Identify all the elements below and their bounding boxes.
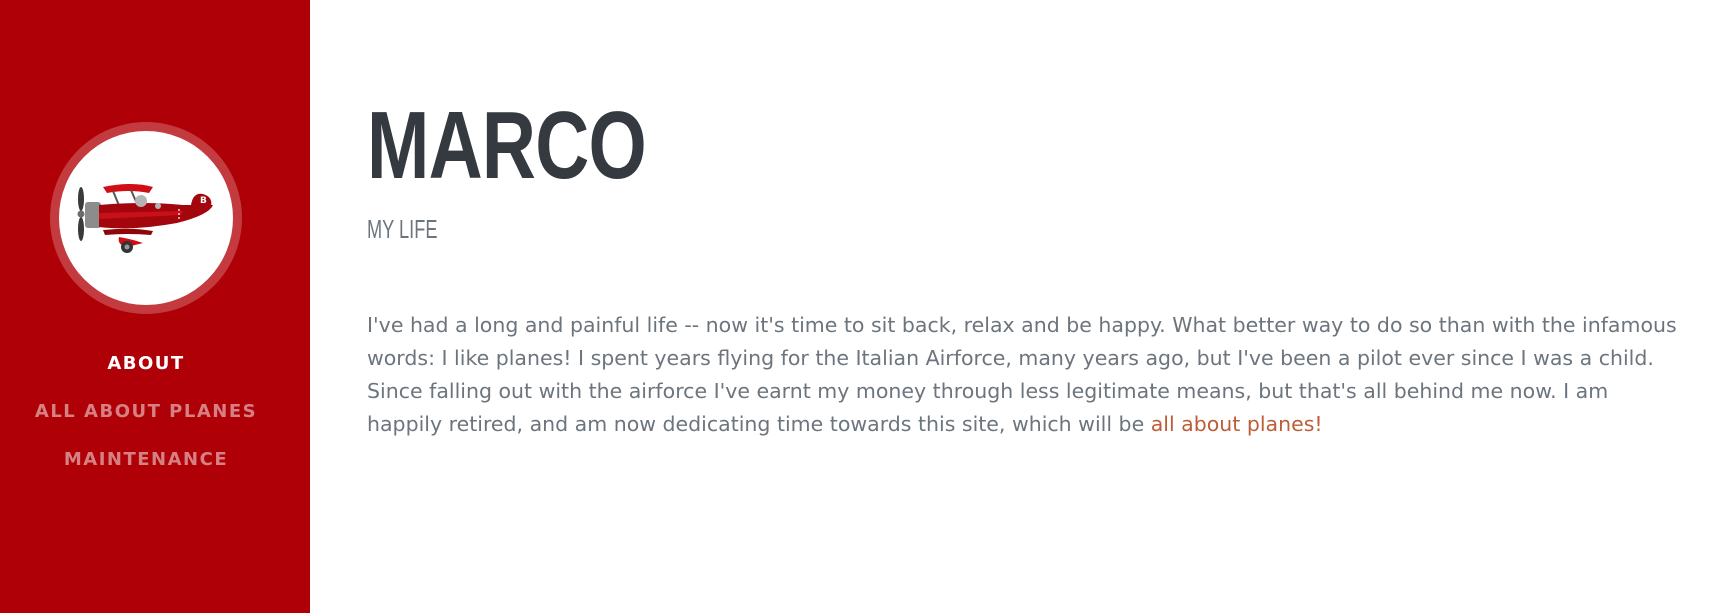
biplane-icon: B bbox=[77, 184, 213, 253]
nav-item-maintenance[interactable]: MAINTENANCE bbox=[0, 436, 292, 484]
bio-text: I've had a long and painful life -- now … bbox=[367, 313, 1677, 436]
sidebar: B ABOUT ALL ABOUT PLANES MAINTENANCE bbox=[0, 0, 310, 613]
bio-paragraph: I've had a long and painful life -- now … bbox=[367, 309, 1687, 441]
page-title: MARCO bbox=[367, 92, 647, 199]
page-subtitle: MY LIFE bbox=[367, 214, 438, 244]
avatar-image: B bbox=[59, 131, 233, 305]
plane-badge: B bbox=[200, 196, 207, 206]
nav-item-all-about-planes[interactable]: ALL ABOUT PLANES bbox=[0, 388, 292, 436]
nav-item-about[interactable]: ABOUT bbox=[0, 340, 292, 388]
page: B ABOUT ALL ABOUT PLANES MAINTENANCE MAR… bbox=[0, 0, 1712, 613]
sidebar-nav: ABOUT ALL ABOUT PLANES MAINTENANCE bbox=[0, 340, 292, 484]
all-about-planes-link[interactable]: all about planes! bbox=[1151, 412, 1323, 436]
avatar[interactable]: B bbox=[50, 122, 242, 314]
